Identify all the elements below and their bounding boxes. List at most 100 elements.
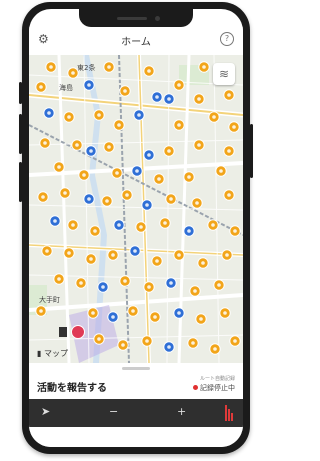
activity-marker-orange[interactable]: [193, 139, 205, 151]
activity-marker-orange[interactable]: [208, 111, 220, 123]
activity-marker-orange[interactable]: [193, 93, 205, 105]
layers-stack-icon-bar: [225, 405, 227, 421]
activity-marker-orange[interactable]: [93, 109, 105, 121]
activity-marker-orange[interactable]: [117, 339, 129, 351]
activity-marker-orange[interactable]: [67, 219, 79, 231]
activity-marker-orange[interactable]: [71, 139, 83, 151]
activity-marker-blue[interactable]: [173, 307, 185, 319]
map-view[interactable]: 東2条 海島 大手町 ≋ ▮ マップ: [29, 55, 243, 363]
activity-marker-orange[interactable]: [111, 167, 123, 179]
activity-marker-orange[interactable]: [87, 307, 99, 319]
map-type-label[interactable]: ▮ マップ: [37, 348, 68, 359]
activity-marker-orange[interactable]: [67, 67, 79, 79]
activity-marker-orange[interactable]: [53, 273, 65, 285]
activity-marker-orange[interactable]: [107, 249, 119, 261]
activity-marker-orange[interactable]: [35, 305, 47, 317]
activity-marker-orange[interactable]: [143, 281, 155, 293]
activity-marker-orange[interactable]: [35, 81, 47, 93]
activity-marker-orange[interactable]: [163, 145, 175, 157]
activity-marker-orange[interactable]: [198, 61, 210, 73]
activity-marker-orange[interactable]: [63, 111, 75, 123]
zoom-out-button[interactable]: −: [109, 405, 118, 418]
activity-marker-orange[interactable]: [89, 225, 101, 237]
activity-marker-blue[interactable]: [129, 245, 141, 257]
activity-marker-blue[interactable]: [163, 93, 175, 105]
activity-marker-orange[interactable]: [187, 337, 199, 349]
layers-stack-icon[interactable]: [225, 405, 233, 421]
activity-marker-orange[interactable]: [195, 313, 207, 325]
activity-marker-blue[interactable]: [97, 281, 109, 293]
activity-marker-orange[interactable]: [228, 121, 240, 133]
activity-marker-orange[interactable]: [37, 191, 49, 203]
locate-icon[interactable]: ➤: [41, 405, 50, 418]
report-activity-button[interactable]: 活動を報告する: [37, 379, 107, 394]
activity-marker-blue[interactable]: [163, 341, 175, 353]
activity-marker-blue[interactable]: [107, 311, 119, 323]
activity-marker-orange[interactable]: [153, 173, 165, 185]
activity-marker-orange[interactable]: [75, 277, 87, 289]
activity-marker-orange[interactable]: [101, 195, 113, 207]
activity-marker-orange[interactable]: [165, 193, 177, 205]
activity-marker-orange[interactable]: [223, 189, 235, 201]
activity-marker-orange[interactable]: [39, 137, 51, 149]
help-icon[interactable]: ?: [220, 32, 234, 46]
activity-marker-orange[interactable]: [59, 187, 71, 199]
activity-marker-orange[interactable]: [207, 219, 219, 231]
activity-marker-orange[interactable]: [215, 165, 227, 177]
activity-marker-blue[interactable]: [151, 91, 163, 103]
activity-marker-orange[interactable]: [85, 253, 97, 265]
activity-marker-blue[interactable]: [83, 79, 95, 91]
selected-location-pin[interactable]: [71, 325, 85, 339]
activity-marker-orange[interactable]: [209, 343, 221, 355]
activity-marker-orange[interactable]: [119, 85, 131, 97]
activity-marker-orange[interactable]: [219, 307, 231, 319]
activity-marker-orange[interactable]: [191, 197, 203, 209]
activity-marker-blue[interactable]: [83, 193, 95, 205]
activity-marker-orange[interactable]: [229, 335, 241, 347]
activity-marker-blue[interactable]: [141, 199, 153, 211]
activity-marker-orange[interactable]: [78, 169, 90, 181]
activity-marker-orange[interactable]: [103, 61, 115, 73]
activity-marker-blue[interactable]: [49, 215, 61, 227]
activity-marker-blue[interactable]: [131, 165, 143, 177]
activity-marker-orange[interactable]: [63, 247, 75, 259]
drag-handle[interactable]: [122, 367, 150, 370]
activity-marker-orange[interactable]: [119, 275, 131, 287]
activity-marker-orange[interactable]: [45, 61, 57, 73]
activity-marker-blue[interactable]: [133, 109, 145, 121]
activity-marker-orange[interactable]: [223, 145, 235, 157]
activity-marker-blue[interactable]: [113, 219, 125, 231]
activity-marker-orange[interactable]: [189, 285, 201, 297]
activity-marker-orange[interactable]: [135, 221, 147, 233]
activity-marker-blue[interactable]: [85, 145, 97, 157]
activity-marker-blue[interactable]: [183, 225, 195, 237]
activity-marker-blue[interactable]: [165, 277, 177, 289]
record-status[interactable]: 記録停止中: [193, 383, 235, 393]
activity-marker-orange[interactable]: [149, 311, 161, 323]
activity-marker-orange[interactable]: [93, 333, 105, 345]
activity-marker-orange[interactable]: [143, 65, 155, 77]
activity-marker-orange[interactable]: [223, 89, 235, 101]
activity-marker-orange[interactable]: [213, 279, 225, 291]
zoom-in-button[interactable]: +: [177, 405, 186, 418]
layers-icon[interactable]: ≋: [213, 63, 235, 85]
page-title: ホーム: [121, 37, 151, 48]
activity-marker-orange[interactable]: [41, 245, 53, 257]
activity-marker-orange[interactable]: [197, 257, 209, 269]
activity-marker-orange[interactable]: [221, 249, 233, 261]
activity-marker-orange[interactable]: [113, 119, 125, 131]
activity-marker-orange[interactable]: [121, 189, 133, 201]
activity-marker-orange[interactable]: [53, 161, 65, 173]
activity-marker-orange[interactable]: [141, 335, 153, 347]
activity-marker-orange[interactable]: [159, 217, 171, 229]
activity-marker-orange[interactable]: [183, 171, 195, 183]
activity-marker-orange[interactable]: [173, 119, 185, 131]
activity-marker-blue[interactable]: [143, 149, 155, 161]
activity-marker-orange[interactable]: [229, 225, 241, 237]
activity-marker-orange[interactable]: [103, 141, 115, 153]
activity-marker-orange[interactable]: [173, 249, 185, 261]
activity-marker-orange[interactable]: [127, 305, 139, 317]
activity-marker-blue[interactable]: [43, 107, 55, 119]
activity-marker-orange[interactable]: [173, 79, 185, 91]
activity-marker-orange[interactable]: [151, 255, 163, 267]
